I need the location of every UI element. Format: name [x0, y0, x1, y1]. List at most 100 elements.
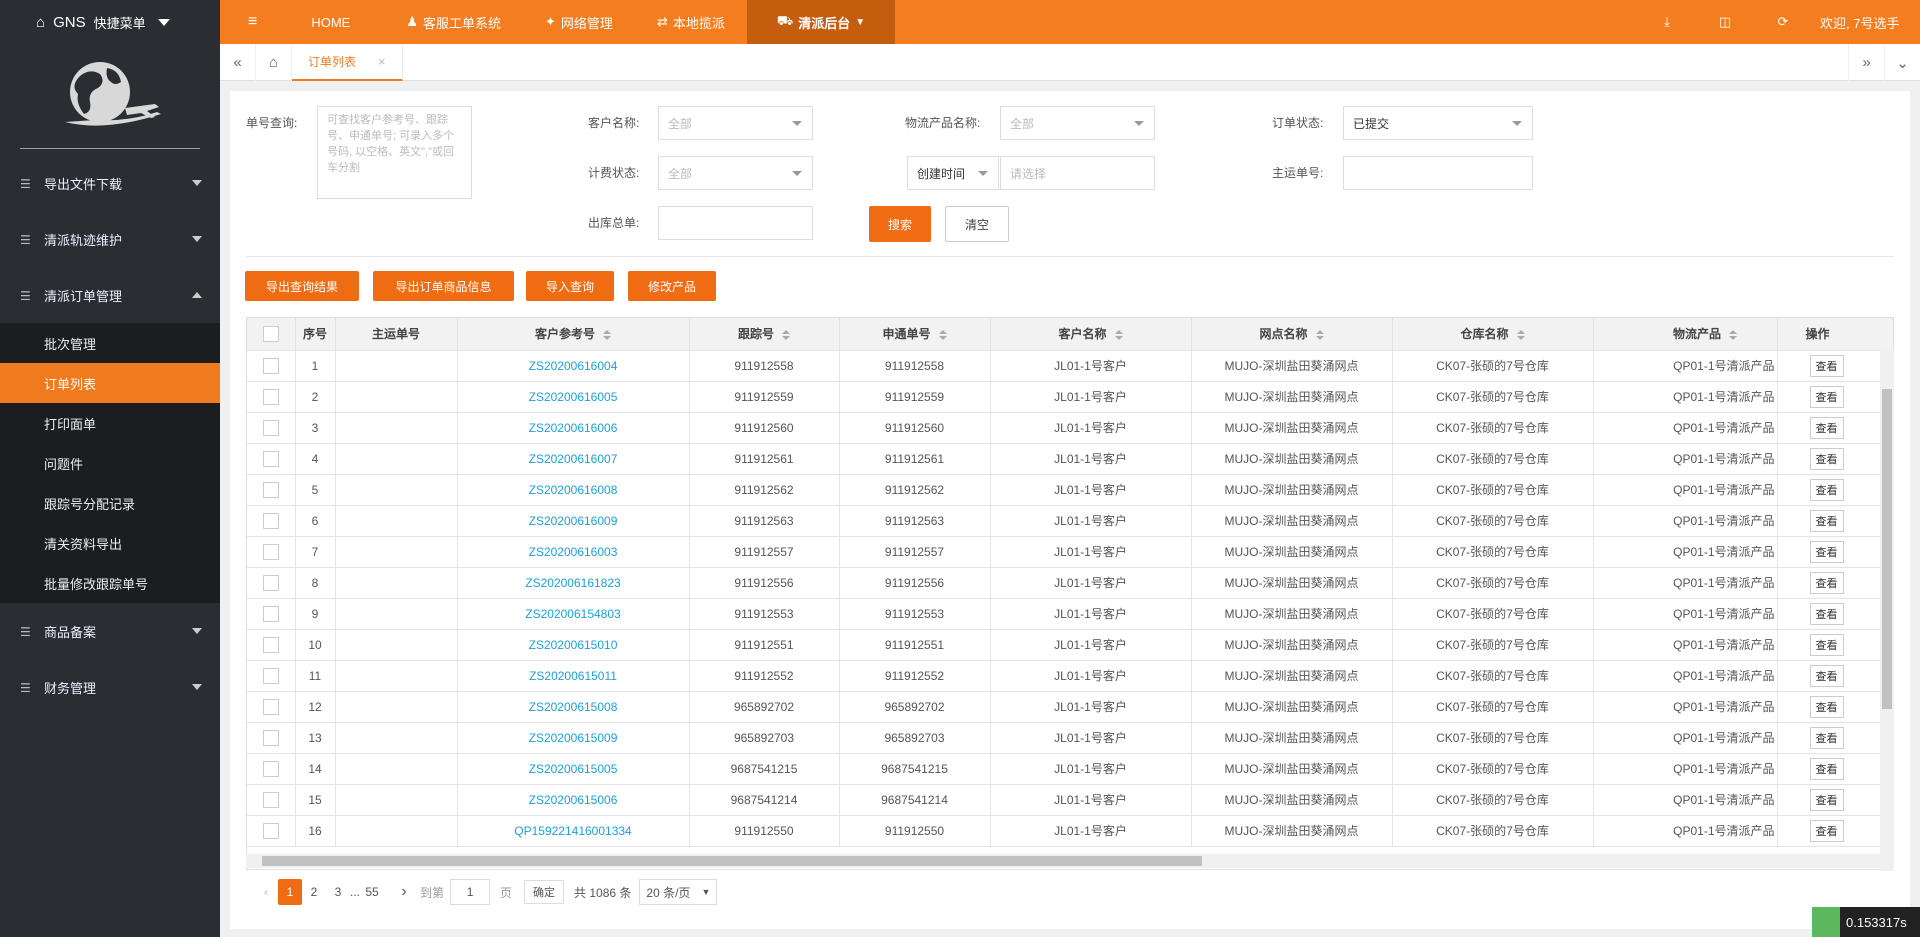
menu-toggle[interactable]: ≡: [220, 0, 277, 44]
home-tab-icon[interactable]: ⌂: [256, 43, 292, 81]
col-customer-name[interactable]: 客户名称: [990, 318, 1192, 351]
row-checkbox[interactable]: [247, 598, 296, 630]
tab-order-list[interactable]: 订单列表 ×: [292, 43, 403, 81]
row-checkbox[interactable]: [247, 350, 296, 382]
sidebar-item-track-maintenance[interactable]: ☰ 清派轨迹维护: [0, 211, 220, 267]
page-3[interactable]: 3: [326, 879, 350, 905]
table-row[interactable]: 6 ZS20200616009 911912563 911912563 JL01-1号客…: [247, 505, 1893, 537]
page-last[interactable]: 55: [360, 879, 384, 905]
search-button[interactable]: 搜索: [869, 206, 931, 242]
view-button[interactable]: 查看: [1809, 385, 1844, 408]
row-checkbox[interactable]: [247, 505, 296, 537]
customer-select[interactable]: 全部: [658, 106, 813, 140]
table-row[interactable]: 14 ZS20200615005 9687541215 9687541215 JL01-…: [247, 753, 1893, 785]
table-row[interactable]: 15 ZS20200615006 9687541214 9687541214 JL01-…: [247, 784, 1893, 816]
sidebar-item-export-download[interactable]: ☰ 导出文件下载: [0, 155, 220, 211]
cell-customer-ref[interactable]: ZS20200616005: [457, 381, 690, 413]
view-button[interactable]: 查看: [1809, 633, 1844, 656]
sort-icon[interactable]: [603, 330, 611, 341]
sub-item-order-list[interactable]: 订单列表: [0, 363, 220, 403]
cell-customer-ref[interactable]: ZS20200615008: [457, 691, 690, 723]
cell-customer-ref[interactable]: ZS202006154803: [457, 598, 690, 630]
sub-item-batch-edit[interactable]: 批量修改跟踪单号: [0, 563, 220, 603]
refresh-icon[interactable]: ⟳: [1754, 0, 1812, 44]
welcome-user[interactable]: 欢迎, 7号选手: [1812, 0, 1920, 44]
sort-icon[interactable]: [1729, 330, 1737, 341]
table-row[interactable]: 5 ZS20200616008 911912562 911912562 JL01-1号客…: [247, 474, 1893, 506]
cell-customer-ref[interactable]: QP159221416001334: [457, 815, 690, 847]
nav-network[interactable]: ✦ 网络管理: [523, 0, 635, 44]
table-row[interactable]: 4 ZS20200616007 911912561 911912561 JL01-1号客…: [247, 443, 1893, 475]
view-button[interactable]: 查看: [1809, 788, 1844, 811]
outbound-input[interactable]: [658, 206, 813, 240]
row-checkbox[interactable]: [247, 567, 296, 599]
product-select[interactable]: 全部: [1000, 106, 1155, 140]
view-button[interactable]: 查看: [1809, 602, 1844, 625]
cell-customer-ref[interactable]: ZS20200615005: [457, 753, 690, 785]
view-button[interactable]: 查看: [1809, 509, 1844, 532]
row-checkbox[interactable]: [247, 660, 296, 692]
prev-page-icon[interactable]: ‹: [254, 879, 278, 905]
col-tracking[interactable]: 跟踪号: [689, 318, 840, 351]
nav-service[interactable]: ♟ 客服工单系统: [384, 0, 523, 44]
close-icon[interactable]: ×: [378, 54, 386, 69]
nav-clear-admin[interactable]: ⛟ 清派后台 ▼: [746, 0, 896, 44]
row-checkbox[interactable]: [247, 784, 296, 816]
view-button[interactable]: 查看: [1809, 354, 1844, 377]
table-row[interactable]: 2 ZS20200616005 911912559 911912559 JL01-1号客…: [247, 381, 1893, 413]
sidebar-item-goods[interactable]: ☰ 商品备案: [0, 603, 220, 659]
page-1[interactable]: 1: [278, 879, 302, 905]
view-button[interactable]: 查看: [1809, 695, 1844, 718]
cell-customer-ref[interactable]: ZS20200616003: [457, 536, 690, 568]
sort-icon[interactable]: [1315, 330, 1324, 341]
sub-item-batch[interactable]: 批次管理: [0, 323, 220, 363]
view-button[interactable]: 查看: [1809, 571, 1844, 594]
col-warehouse[interactable]: 仓库名称: [1392, 318, 1594, 351]
col-sto-number[interactable]: 申通单号: [839, 318, 991, 351]
view-button[interactable]: 查看: [1809, 478, 1844, 501]
status-select[interactable]: 已提交: [1343, 106, 1533, 140]
clear-button[interactable]: 清空: [945, 206, 1009, 242]
cell-customer-ref[interactable]: ZS20200616006: [457, 412, 690, 444]
master-waybill-input[interactable]: [1343, 156, 1533, 190]
modify-product-button[interactable]: 修改产品: [628, 271, 716, 301]
sidebar-item-finance[interactable]: ☰ 财务管理: [0, 659, 220, 715]
table-row[interactable]: 7 ZS20200616003 911912557 911912557 JL01-1号客…: [247, 536, 1893, 568]
sub-item-customs-export[interactable]: 清关资料导出: [0, 523, 220, 563]
view-button[interactable]: 查看: [1809, 540, 1844, 563]
table-row[interactable]: 10 ZS20200615010 911912551 911912551 JL01-1号…: [247, 629, 1893, 661]
horizontal-scrollbar[interactable]: [246, 854, 1880, 868]
billing-select[interactable]: 全部: [658, 156, 813, 190]
table-row[interactable]: 16 QP159221416001334 911912550 911912550 JL0…: [247, 815, 1893, 847]
table-row[interactable]: 1 ZS20200616004 911912558 911912558 JL01-1号客…: [247, 350, 1893, 382]
chevron-down-icon[interactable]: ⌄: [1884, 44, 1920, 81]
row-checkbox[interactable]: [247, 536, 296, 568]
page-size-select[interactable]: 20 条/页 ▼: [639, 879, 718, 905]
sort-icon[interactable]: [1516, 330, 1525, 341]
page-2[interactable]: 2: [302, 879, 326, 905]
view-button[interactable]: 查看: [1809, 416, 1844, 439]
nav-local[interactable]: ⇄ 本地揽派: [635, 0, 747, 44]
col-customer-ref[interactable]: 客户参考号: [457, 318, 690, 351]
cell-customer-ref[interactable]: ZS20200616009: [457, 505, 690, 537]
sub-item-tracking-log[interactable]: 跟踪号分配记录: [0, 483, 220, 523]
next-page-icon[interactable]: ›: [392, 879, 416, 905]
view-button[interactable]: 查看: [1809, 757, 1844, 780]
row-checkbox[interactable]: [247, 412, 296, 444]
sort-icon[interactable]: [782, 330, 790, 341]
col-product[interactable]: 物流产品: [1593, 318, 1778, 351]
row-checkbox[interactable]: [247, 753, 296, 785]
select-all-checkbox[interactable]: [247, 318, 296, 351]
view-button[interactable]: 查看: [1809, 726, 1844, 749]
order-query-textarea[interactable]: 可查找客户参考号、跟踪号、申通单号; 可录入多个号码, 以空格、英文","或回车…: [317, 106, 472, 199]
nav-home[interactable]: HOME: [277, 0, 384, 44]
row-checkbox[interactable]: [247, 474, 296, 506]
table-row[interactable]: 13 ZS20200615009 965892703 965892703 JL01-1号…: [247, 722, 1893, 754]
vertical-scrollbar[interactable]: [1880, 349, 1894, 871]
sort-icon[interactable]: [1114, 330, 1123, 341]
cell-customer-ref[interactable]: ZS20200615009: [457, 722, 690, 754]
view-button[interactable]: 查看: [1809, 664, 1844, 687]
row-checkbox[interactable]: [247, 629, 296, 661]
view-button[interactable]: 查看: [1809, 819, 1844, 842]
table-row[interactable]: 11 ZS20200615011 911912552 911912552 JL01-1号…: [247, 660, 1893, 692]
